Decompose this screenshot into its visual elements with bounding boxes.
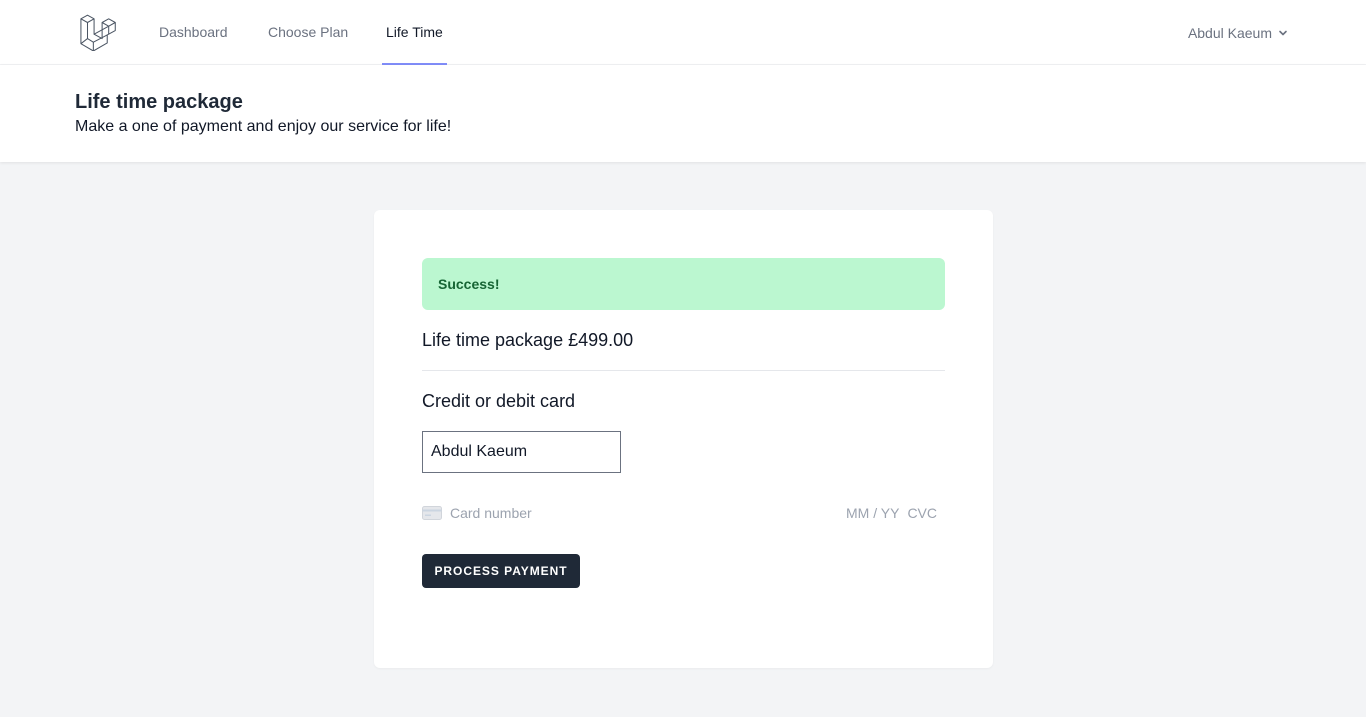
- divider: [422, 370, 945, 371]
- user-name: Abdul Kaeum: [1187, 24, 1272, 41]
- card-cvc-field[interactable]: CVC: [907, 505, 937, 521]
- card-section-label: Credit or debit card: [422, 391, 576, 411]
- package-price: Life time package £499.00: [422, 330, 634, 350]
- page-header: Life time package Make a one of payment …: [0, 65, 1366, 162]
- success-alert-message: Success!: [438, 276, 500, 292]
- chevron-down-icon: [1279, 30, 1287, 35]
- user-menu[interactable]: Abdul Kaeum: [1188, 0, 1288, 65]
- laravel-logo-icon[interactable]: [78, 13, 116, 51]
- payment-card: Success! Life time package £499.00 Credi…: [374, 210, 993, 668]
- page-subtitle: Make a one of payment and enjoy our serv…: [75, 118, 452, 135]
- success-alert: Success!: [422, 258, 945, 310]
- cardholder-name-input[interactable]: [422, 431, 621, 473]
- nav-link-life-time[interactable]: Life Time: [382, 0, 447, 65]
- card-expiry-field[interactable]: MM / YY: [846, 505, 899, 521]
- credit-card-icon: [422, 506, 442, 520]
- process-payment-button[interactable]: PROCESS PAYMENT: [422, 554, 580, 588]
- nav-link-dashboard[interactable]: Dashboard: [159, 0, 228, 65]
- card-element[interactable]: Card number MM / YY CVC: [422, 501, 945, 525]
- card-number-field[interactable]: Card number: [450, 505, 846, 521]
- page-title: Life time package: [75, 91, 243, 113]
- nav-link-choose-plan[interactable]: Choose Plan: [268, 0, 348, 65]
- top-navigation: Dashboard Choose Plan Life Time Abdul Ka…: [0, 0, 1366, 65]
